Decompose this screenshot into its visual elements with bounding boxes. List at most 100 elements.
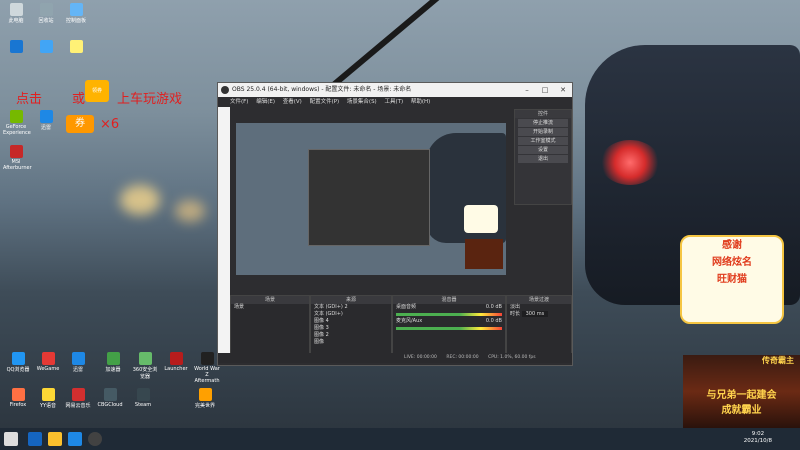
controls-panel: 控件 停止推流 开始录制 工作室模式 设置 退出 [514,109,572,205]
car-taillight [600,140,660,185]
sources-header: 来源 [311,296,391,304]
controls-header: 控件 [515,110,571,118]
obs-statusbar: LIVE: 00:00:00 REC: 00:00:00 CPU: 1.0%, … [218,353,572,363]
settings-button[interactable]: 设置 [518,146,568,154]
stop-streaming-button[interactable]: 停止推流 [518,119,568,127]
desktop-icon[interactable]: 完美世界 [192,388,218,409]
obs-taskbar-icon[interactable] [88,432,102,446]
preview-nested-window [308,149,430,246]
desktop-icon[interactable]: QQ浏览器 [5,352,31,373]
taskbar-app-icon[interactable] [28,432,42,446]
obs-side-toolbar [218,107,230,353]
desktop-icon[interactable]: 回收站 [33,3,59,24]
mixer-desktop-audio-label: 桌面音频 [396,304,417,310]
obs-menubar: 文件(F) 编辑(E) 查看(V) 配置文件(P) 场景集合(S) 工具(T) … [218,97,572,107]
menu-edit[interactable]: 编辑(E) [256,99,275,105]
desktop-icon[interactable]: 360安全浏览器 [132,352,158,380]
mixer-mic-label: 麦克风/Aux [396,318,423,324]
menu-scene-collection[interactable]: 场景集合(S) [347,99,377,105]
desktop-icon[interactable]: Steam [130,388,156,408]
audio-mixer-dock: 混音器 桌面音频 0.0 dB 麦克风/Aux 0.0 dB [392,295,506,361]
obs-window[interactable]: OBS 25.0.4 (64-bit, windows) - 配置文件: 未命名… [217,82,573,366]
desktop-icon[interactable]: World War Z Aftermath [194,352,220,384]
promo-text: 点击 [16,92,43,107]
banner-slogan: 成就霸业 [721,405,762,416]
promo-text: 或 [72,92,86,107]
promo-text: 上车玩游戏 [117,92,183,107]
menu-profile[interactable]: 配置文件(P) [310,99,340,105]
taskbar-app-icon[interactable] [68,432,82,446]
desktop-icon[interactable]: 迅雷 [65,352,91,373]
obs-titlebar[interactable]: OBS 25.0.4 (64-bit, windows) - 配置文件: 未命名… [218,83,572,97]
promo-badge[interactable]: 领券 [85,80,109,102]
obs-preview[interactable] [236,123,506,275]
mixer-header: 混音器 [393,296,505,304]
desktop-icon[interactable] [3,40,29,54]
game-ad-banner[interactable]: 传奇霸主 与兄弟一起建会 成就霸业 [683,355,800,428]
audio-meter [396,313,502,316]
duration-label: 时长 [510,311,521,317]
source-item[interactable]: 图像 2 [311,332,391,339]
scenes-header: 场景 [231,296,309,304]
close-button[interactable]: ✕ [554,83,572,97]
lamp-glow [120,185,160,215]
source-item[interactable]: 图像 3 [311,325,391,332]
lamp-glow [175,200,205,222]
mixer-level: 0.0 dB [485,318,502,324]
start-recording-button[interactable]: 开始录制 [518,128,568,136]
desktop-icon[interactable]: Launcher [163,352,189,372]
banner-slogan: 与兄弟一起建会 [706,390,777,401]
minimize-button[interactable]: – [518,83,536,97]
desktop-icon[interactable]: CBGCloud [97,388,123,408]
menu-view[interactable]: 查看(V) [283,99,302,105]
taskbar-app-icon[interactable] [48,432,62,446]
start-icon[interactable] [4,432,18,446]
obs-logo-icon [221,86,229,94]
transitions-dock: 场景过渡 淡出 时长 300 ms [506,295,572,361]
taskbar: 9:02 2021/10/8 [0,428,800,450]
duration-input[interactable]: 300 ms [521,311,549,317]
stream-sticker: 感谢 网络炫名 旺财猫 [680,235,784,324]
live-timer: LIVE: 00:00:00 [404,355,437,360]
preview-sticker [464,205,498,233]
source-item[interactable]: 文本 (GDI+) 2 [311,304,391,311]
scenes-dock: 场景 场景 [230,295,310,361]
studio-mode-button[interactable]: 工作室模式 [518,137,568,145]
transition-select[interactable]: 淡出 [507,304,571,311]
desktop-icon[interactable]: YY语音 [35,388,61,409]
sticker-line: 网络炫名 [712,257,752,268]
source-item[interactable]: 文本 (GDI+) [311,311,391,318]
sticker-line: 感谢 [722,240,742,251]
transitions-header: 场景过渡 [507,296,571,304]
coupon-badge[interactable]: 券 [66,115,94,133]
desktop-icon[interactable] [33,40,59,54]
sticker-line: 旺财猫 [717,274,747,285]
taskbar-clock[interactable]: 9:02 2021/10/8 [744,431,772,445]
preview-banner [465,239,503,269]
rec-timer: REC: 00:00:00 [446,355,479,360]
desktop-icon[interactable]: GeForce Experience [3,110,31,136]
source-item[interactable]: 图像 4 [311,318,391,325]
desktop-icon[interactable] [63,40,89,54]
coupon-multiplier: ×6 [100,117,120,132]
maximize-button[interactable]: □ [536,83,554,97]
menu-tools[interactable]: 工具(T) [384,99,403,105]
desktop-icon[interactable]: MSI Afterburner [3,145,32,171]
desktop-icon[interactable]: Firefox [5,388,31,408]
audio-meter [396,327,502,330]
banner-game-title: 传奇霸主 [762,356,794,365]
desktop-icon[interactable]: WeGame [35,352,61,372]
desktop-icon[interactable]: 网易云音乐 [65,388,91,409]
cpu-readout: CPU: 1.0%, 60.00 fps [488,355,536,360]
desktop-icon[interactable]: 迅雷 [33,110,59,131]
sources-dock: 来源 文本 (GDI+) 2 文本 (GDI+) 图像 4 图像 3 图像 2 … [310,295,392,361]
desktop-icon[interactable]: 控制面板 [63,3,89,24]
scene-item[interactable]: 场景 [231,304,309,311]
menu-file[interactable]: 文件(F) [230,99,248,105]
mixer-level: 0.0 dB [485,304,502,310]
exit-button[interactable]: 退出 [518,155,568,163]
source-item[interactable]: 图像 [311,339,391,346]
desktop-icon[interactable]: 此电脑 [3,3,29,24]
desktop-icon[interactable]: 加速器 [100,352,126,373]
menu-help[interactable]: 帮助(H) [411,99,430,105]
